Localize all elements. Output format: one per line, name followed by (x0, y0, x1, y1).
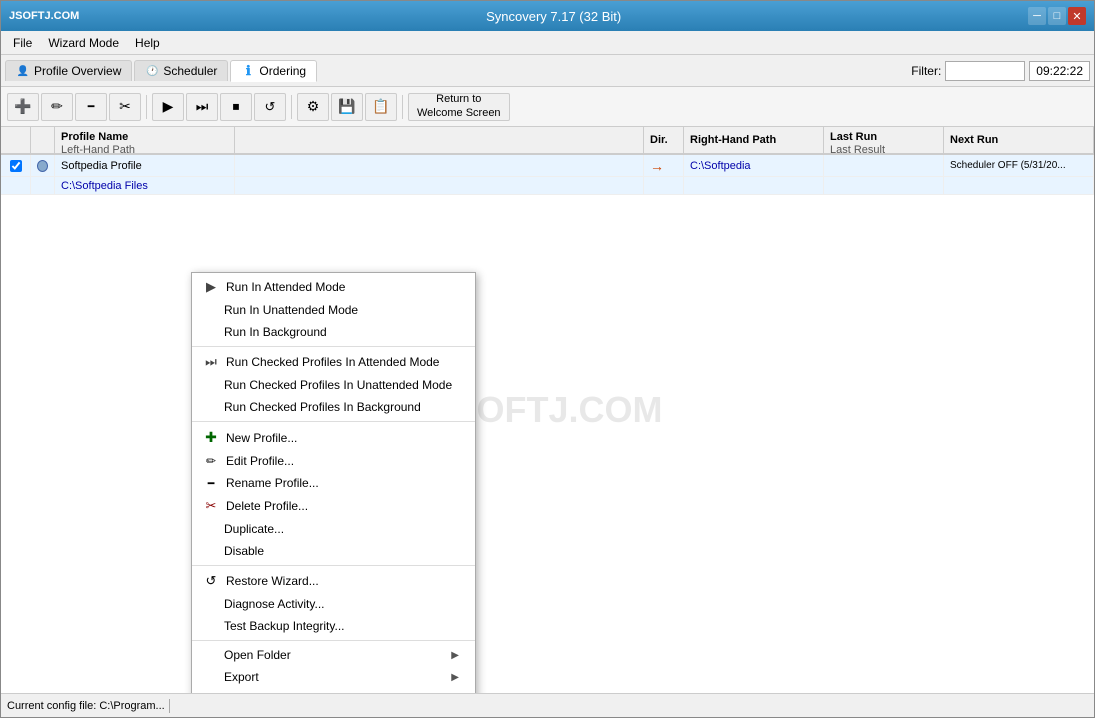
ctx-run-background-label: Run In Background (224, 325, 327, 339)
ctx-run-unattended-label: Run In Unattended Mode (224, 303, 358, 317)
edit-button[interactable]: ✏ (41, 93, 73, 121)
ctx-delete-profile-label: Delete Profile... (226, 499, 308, 513)
ctx-restore-wizard-label: Restore Wizard... (226, 574, 319, 588)
status-divider (169, 699, 170, 713)
filter-label: Filter: (911, 64, 941, 78)
ctx-sep-1 (192, 346, 475, 347)
new-profile-button[interactable]: ➕ (7, 93, 39, 121)
edit-profile-ctx-icon: ✏ (200, 454, 222, 468)
ctx-run-checked-background[interactable]: Run Checked Profiles In Background (192, 396, 475, 418)
ctx-import-profiles-label: Import Profiles... (224, 692, 311, 693)
minimize-button[interactable]: ─ (1028, 7, 1046, 25)
return-welcome-button[interactable]: Return to Welcome Screen (408, 93, 510, 121)
tab-profile-overview[interactable]: 👤 Profile Overview (5, 60, 132, 81)
ctx-run-checked-unattended-label: Run Checked Profiles In Unattended Mode (224, 378, 452, 392)
scheduler-icon: 🕐 (145, 64, 159, 78)
rename-button[interactable]: ━ (75, 93, 107, 121)
tab-profile-overview-label: Profile Overview (34, 64, 121, 78)
ctx-rename-profile[interactable]: ━ Rename Profile... (192, 472, 475, 494)
window-title: Syncovery 7.17 (32 Bit) (79, 9, 1028, 24)
ctx-sep-2 (192, 421, 475, 422)
export-submenu-arrow: ▶ (451, 672, 459, 683)
menu-bar: File Wizard Mode Help (1, 31, 1094, 55)
toolbar-tabs: 👤 Profile Overview 🕐 Scheduler ℹ Orderin… (1, 55, 1094, 87)
copy-button[interactable]: 📋 (365, 93, 397, 121)
maximize-button[interactable]: □ (1048, 7, 1066, 25)
menu-wizard-mode[interactable]: Wizard Mode (40, 34, 127, 52)
ctx-restore-wizard[interactable]: ↺ Restore Wizard... (192, 569, 475, 593)
ctx-import-profiles[interactable]: Import Profiles... (192, 688, 475, 693)
table-area: Profile Name Left-Hand Path Dir. Right-H… (1, 127, 1094, 693)
ctx-edit-profile[interactable]: ✏ Edit Profile... (192, 450, 475, 472)
profile-overview-icon: 👤 (16, 64, 30, 78)
new-profile-ctx-icon: ✚ (200, 429, 222, 446)
run-all-button[interactable]: ⏭ (186, 93, 218, 121)
ctx-run-unattended[interactable]: Run In Unattended Mode (192, 299, 475, 321)
ctx-sep-4 (192, 640, 475, 641)
ctx-duplicate[interactable]: Duplicate... (192, 518, 475, 540)
restore-button[interactable]: ↺ (254, 93, 286, 121)
ctx-edit-profile-label: Edit Profile... (226, 454, 294, 468)
run-button[interactable]: ▶ (152, 93, 184, 121)
ctx-run-checked-attended[interactable]: ⏭ Run Checked Profiles In Attended Mode (192, 350, 475, 374)
run-checked-attended-icon: ⏭ (200, 354, 222, 370)
run-attended-icon: ▶ (200, 279, 222, 295)
title-bar: JSOFTJ.COM Syncovery 7.17 (32 Bit) ─ □ ✕ (1, 1, 1094, 31)
brand-left: JSOFTJ.COM (9, 10, 79, 22)
filter-input[interactable] (945, 61, 1025, 81)
ctx-disable[interactable]: Disable (192, 540, 475, 562)
title-controls: ─ □ ✕ (1028, 7, 1086, 25)
close-button[interactable]: ✕ (1068, 7, 1086, 25)
ctx-test-backup-label: Test Backup Integrity... (224, 619, 345, 633)
menu-help[interactable]: Help (127, 34, 168, 52)
filter-area: Filter: 09:22:22 (911, 61, 1090, 81)
ctx-new-profile[interactable]: ✚ New Profile... (192, 425, 475, 450)
ctx-new-profile-label: New Profile... (226, 431, 297, 445)
settings-button[interactable]: ⚙ (297, 93, 329, 121)
ctx-disable-label: Disable (224, 544, 264, 558)
status-text: Current config file: C:\Program... (7, 700, 165, 712)
restore-wizard-ctx-icon: ↺ (200, 573, 222, 589)
ctx-run-background[interactable]: Run In Background (192, 321, 475, 343)
tab-ordering-label: Ordering (259, 64, 306, 78)
ctx-export[interactable]: Export ▶ (192, 666, 475, 688)
ctx-diagnose-label: Diagnose Activity... (224, 597, 325, 611)
ctx-run-attended-label: Run In Attended Mode (226, 280, 345, 294)
title-bar-left: JSOFTJ.COM (9, 10, 79, 22)
delete-profile-ctx-icon: ✂ (200, 498, 222, 514)
ctx-run-attended[interactable]: ▶ Run In Attended Mode (192, 275, 475, 299)
tab-ordering[interactable]: ℹ Ordering (230, 60, 317, 82)
ordering-icon: ℹ (241, 64, 255, 78)
toolbar-sep-3 (402, 95, 403, 119)
save-button[interactable]: 💾 (331, 93, 363, 121)
toolbar-sep-1 (146, 95, 147, 119)
main-toolbar: ➕ ✏ ━ ✂ ▶ ⏭ ⏹ ↺ ⚙ 💾 📋 Return to Welcome … (1, 87, 1094, 127)
status-bar: Current config file: C:\Program... (1, 693, 1094, 717)
time-display: 09:22:22 (1029, 61, 1090, 81)
ctx-test-backup[interactable]: Test Backup Integrity... (192, 615, 475, 637)
rename-profile-ctx-icon: ━ (200, 477, 222, 490)
menu-file[interactable]: File (5, 34, 40, 52)
context-menu-overlay: ▶ Run In Attended Mode Run In Unattended… (1, 127, 1094, 693)
open-folder-submenu-arrow: ▶ (451, 650, 459, 661)
delete-button[interactable]: ✂ (109, 93, 141, 121)
ctx-rename-profile-label: Rename Profile... (226, 476, 319, 490)
ctx-run-checked-attended-label: Run Checked Profiles In Attended Mode (226, 355, 439, 369)
ctx-open-folder[interactable]: Open Folder ▶ (192, 644, 475, 666)
ctx-run-checked-background-label: Run Checked Profiles In Background (224, 400, 421, 414)
ctx-delete-profile[interactable]: ✂ Delete Profile... (192, 494, 475, 518)
ctx-duplicate-label: Duplicate... (224, 522, 284, 536)
ctx-diagnose[interactable]: Diagnose Activity... (192, 593, 475, 615)
tab-scheduler-label: Scheduler (163, 64, 217, 78)
context-menu: ▶ Run In Attended Mode Run In Unattended… (191, 272, 476, 693)
stop-button[interactable]: ⏹ (220, 93, 252, 121)
main-window: JSOFTJ.COM Syncovery 7.17 (32 Bit) ─ □ ✕… (0, 0, 1095, 718)
toolbar-sep-2 (291, 95, 292, 119)
ctx-export-label: Export (224, 670, 451, 684)
ctx-sep-3 (192, 565, 475, 566)
ctx-run-checked-unattended[interactable]: Run Checked Profiles In Unattended Mode (192, 374, 475, 396)
ctx-open-folder-label: Open Folder (224, 648, 451, 662)
tab-scheduler[interactable]: 🕐 Scheduler (134, 60, 228, 81)
